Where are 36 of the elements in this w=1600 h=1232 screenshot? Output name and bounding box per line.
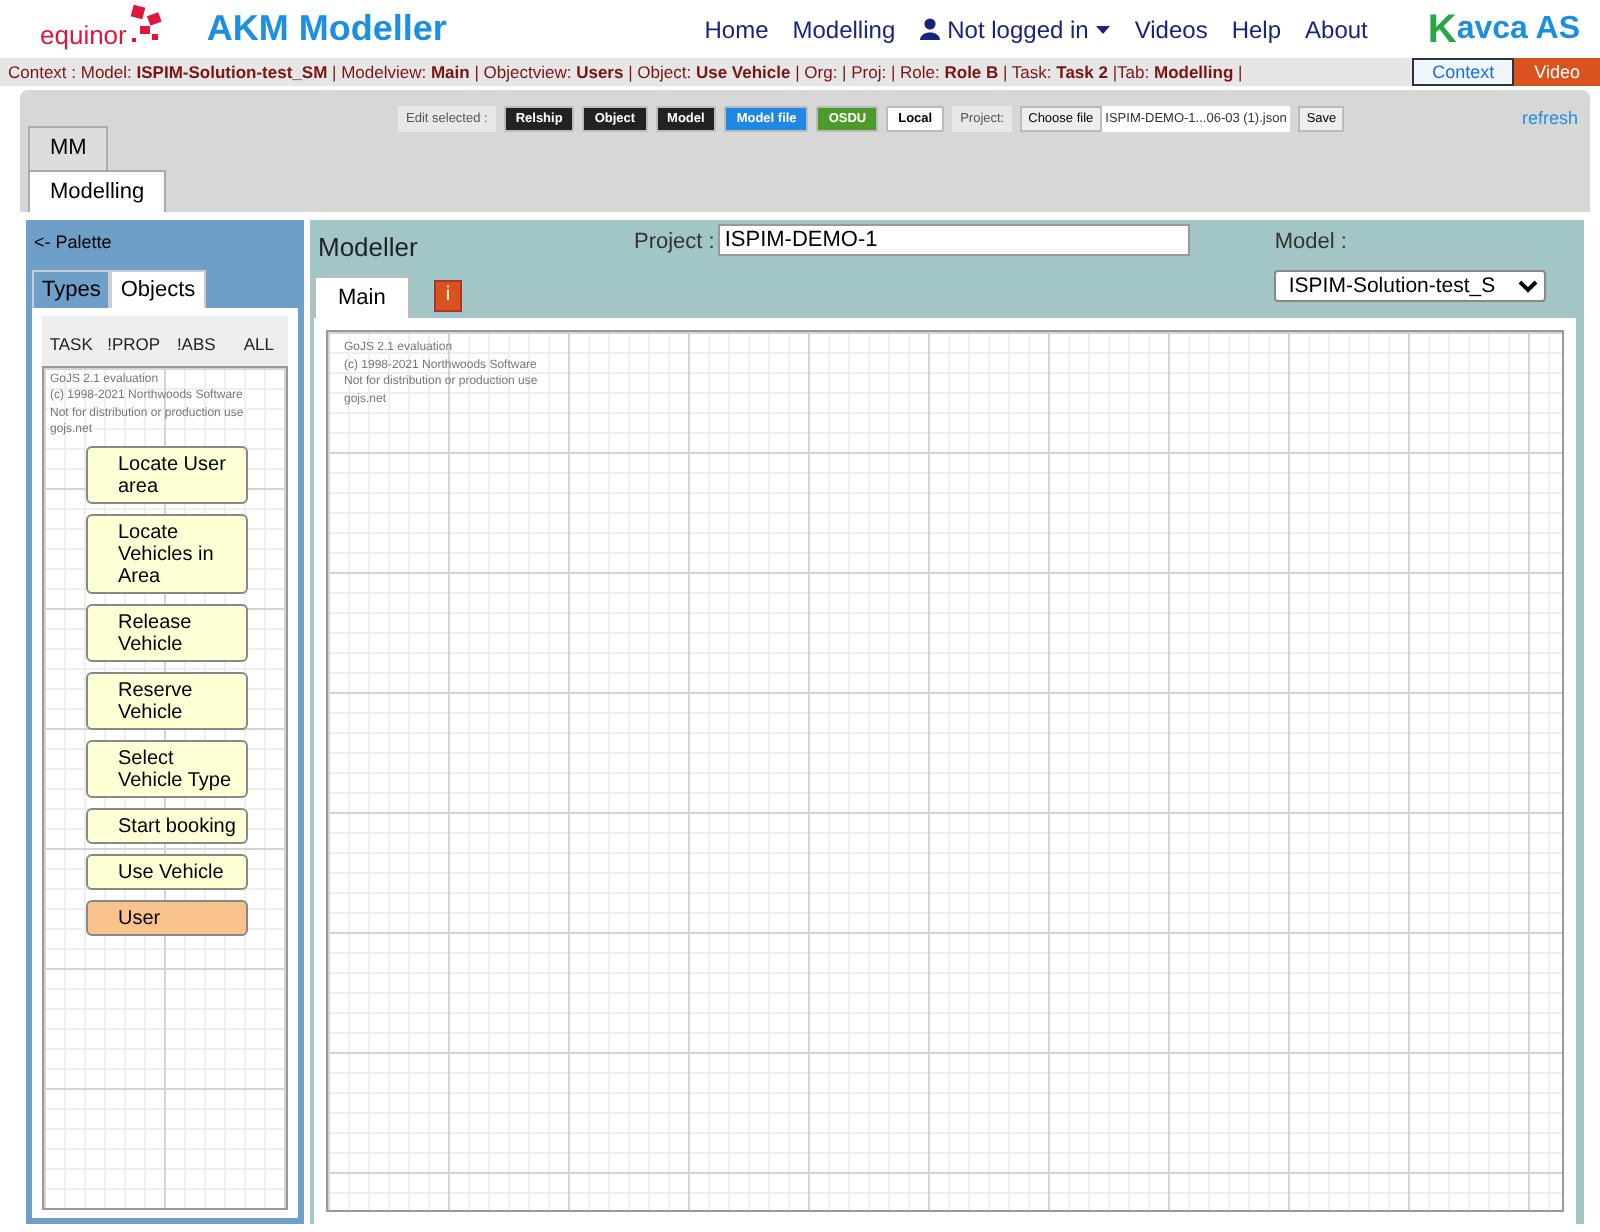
partner-logo-letter: K [1427,9,1457,49]
palette-node[interactable]: Release Vehicle [86,603,248,662]
palette-node[interactable]: Reserve Vehicle [86,671,248,730]
context-text: Context : Model: ISPIM-Solution-test_SM | Modelview: Main | Objectview: Users | Object: Use Vehicle | Org: | Proj: | Role: Role B | Task: Task 2 |Tab: Modelling | [6,59,1245,85]
nav-link[interactable]: Modelling [780,11,908,47]
info-button[interactable]: i [433,280,463,313]
project-label: Project : [634,228,715,258]
tab[interactable]: Main [314,275,410,318]
nav-link[interactable]: Home [692,11,781,47]
user-icon [919,18,940,40]
video-button[interactable]: Video [1514,58,1600,86]
panel-title: Modeller [316,230,420,266]
app-title: AKM Modeller [206,6,447,52]
model-label: Model : [1274,228,1349,258]
palette-node[interactable]: Locate User area [86,445,248,504]
palette-node[interactable]: Select Vehicle Type [86,739,248,798]
palette-node[interactable]: Locate Vehicles in Area [86,513,248,594]
brand-logo-text: equinor [40,18,127,54]
tab[interactable]: MM [28,126,109,169]
project-field[interactable]: ISPIM-DEMO-1 [718,224,1191,256]
palette-node[interactable]: User [86,899,248,936]
palette-node[interactable]: Start booking [86,807,248,844]
nav-link[interactable]: About [1293,11,1380,47]
palette-tab[interactable]: Objects [110,269,206,308]
brand-logo-icon [126,3,167,47]
nav-link[interactable]: Help [1219,11,1294,47]
palette-title: <- Palette [32,230,114,256]
user-dropdown[interactable]: Not logged in [907,11,1123,47]
nav-link[interactable]: Videos [1122,11,1220,47]
tab[interactable]: Modelling [28,169,167,212]
model-select[interactable]: ISPIM-Solution-test_S [1274,269,1547,301]
palette-node[interactable]: Use Vehicle [86,853,248,890]
partner-logo-text: avca AS [1456,9,1580,49]
palette-tab[interactable]: Types [32,269,111,308]
caret-icon [1096,25,1111,33]
context-button[interactable]: Context [1412,58,1515,86]
